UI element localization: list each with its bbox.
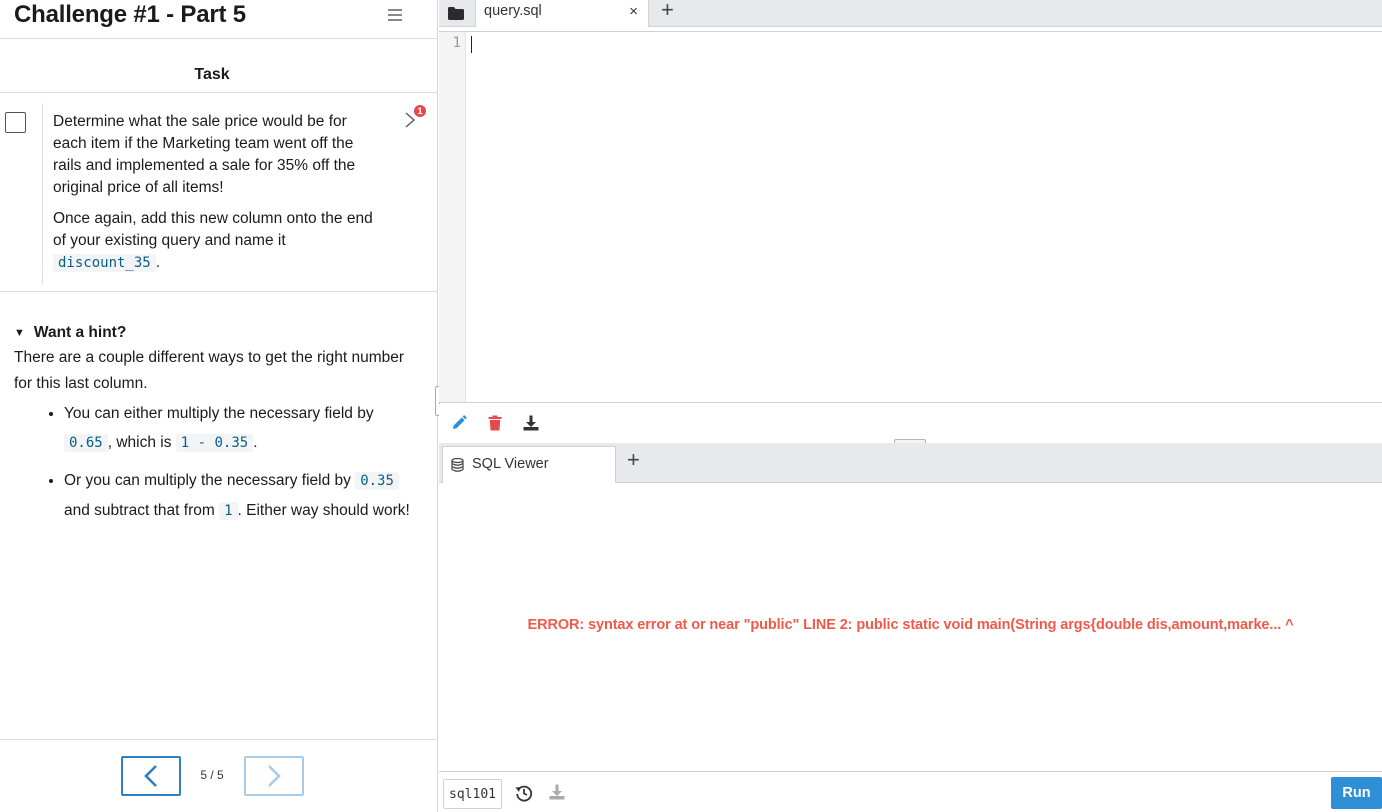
- hint-item: You can either multiply the necessary fi…: [64, 399, 414, 458]
- task-checkbox[interactable]: [5, 112, 26, 133]
- code-editor[interactable]: 1: [439, 31, 1382, 403]
- task-heading: Task: [194, 66, 230, 83]
- previous-button[interactable]: [121, 756, 181, 796]
- hint-item: Or you can multiply the necessary field …: [64, 466, 414, 526]
- folder-icon: [448, 7, 464, 20]
- close-icon[interactable]: ×: [629, 3, 638, 20]
- task-item: Determine what the sale price would be f…: [0, 92, 437, 292]
- page-indicator: 5 / 5: [200, 768, 224, 782]
- database-icon: [451, 458, 464, 472]
- pager-footer: 5 / 5: [0, 739, 437, 812]
- add-tab-button[interactable]: +: [627, 447, 640, 473]
- hint-section: ▼ Want a hint? There are a couple differ…: [14, 320, 414, 534]
- trash-icon[interactable]: [487, 415, 503, 431]
- database-selector[interactable]: sql101: [443, 779, 502, 809]
- hint-code: 1 - 0.35: [175, 434, 254, 452]
- file-explorer-button[interactable]: [439, 0, 473, 27]
- pencil-icon[interactable]: [451, 415, 467, 431]
- hint-text: and subtract that from: [64, 502, 220, 519]
- task-description: Determine what the sale price would be f…: [53, 111, 383, 283]
- add-tab-button[interactable]: +: [661, 0, 674, 23]
- tab-label: query.sql: [484, 3, 542, 19]
- tab-label: SQL Viewer: [472, 456, 549, 472]
- page-title: Challenge #1 - Part 5: [14, 1, 246, 28]
- viewer-tab-bar: SQL Viewer +: [439, 443, 1382, 483]
- run-button[interactable]: Run: [1331, 777, 1382, 809]
- hint-summary-label: Want a hint?: [33, 324, 127, 341]
- text-cursor: [471, 36, 472, 53]
- chevron-left-icon: [144, 765, 157, 787]
- task-paragraph-2-end: .: [155, 254, 161, 271]
- line-number: 1: [452, 35, 461, 51]
- hint-text: You can either multiply the necessary fi…: [64, 405, 374, 422]
- download-icon[interactable]: [549, 784, 565, 800]
- hint-toggle[interactable]: ▼ Want a hint?: [14, 320, 414, 346]
- hint-intro: There are a couple different ways to get…: [14, 349, 405, 392]
- hint-code: 0.35: [355, 472, 399, 490]
- task-paragraph-2-text: Once again, add this new column onto the…: [53, 210, 373, 249]
- task-paragraph-2: Once again, add this new column onto the…: [53, 208, 383, 274]
- hint-text: , which is: [107, 434, 176, 451]
- hint-code: 1: [219, 502, 238, 520]
- hint-text: . Either way should work!: [237, 502, 410, 519]
- instructions-panel: Challenge #1 - Part 5 Task Determine wha…: [0, 0, 438, 812]
- title-bar: Challenge #1 - Part 5: [0, 0, 437, 39]
- tab-sql-viewer[interactable]: SQL Viewer: [442, 446, 616, 483]
- editor-tab-bar: query.sql × +: [439, 0, 1382, 27]
- triangle-down-icon: ▼: [14, 327, 25, 339]
- notification-badge: 1: [414, 105, 426, 117]
- editor-toolbar: [439, 404, 1382, 442]
- hint-code: 0.65: [64, 434, 108, 452]
- menu-icon[interactable]: [388, 9, 402, 21]
- hint-text: Or you can multiply the necessary field …: [64, 472, 356, 489]
- download-icon[interactable]: [523, 415, 539, 431]
- task-divider: [42, 103, 43, 285]
- bottom-toolbar: sql101 Run: [439, 773, 1382, 812]
- chevron-right-icon: [268, 765, 281, 787]
- column-name-code: discount_35: [53, 254, 156, 272]
- sql-viewer-output: ERROR: syntax error at or near "public" …: [439, 484, 1382, 772]
- tab-query-sql[interactable]: query.sql ×: [475, 0, 649, 27]
- hint-text: .: [253, 434, 258, 451]
- error-message: ERROR: syntax error at or near "public" …: [527, 617, 1294, 633]
- next-button[interactable]: [244, 756, 304, 796]
- history-icon[interactable]: [515, 784, 533, 802]
- task-paragraph-1: Determine what the sale price would be f…: [53, 113, 356, 196]
- hint-list: You can either multiply the necessary fi…: [64, 399, 414, 526]
- line-gutter: 1: [439, 32, 466, 402]
